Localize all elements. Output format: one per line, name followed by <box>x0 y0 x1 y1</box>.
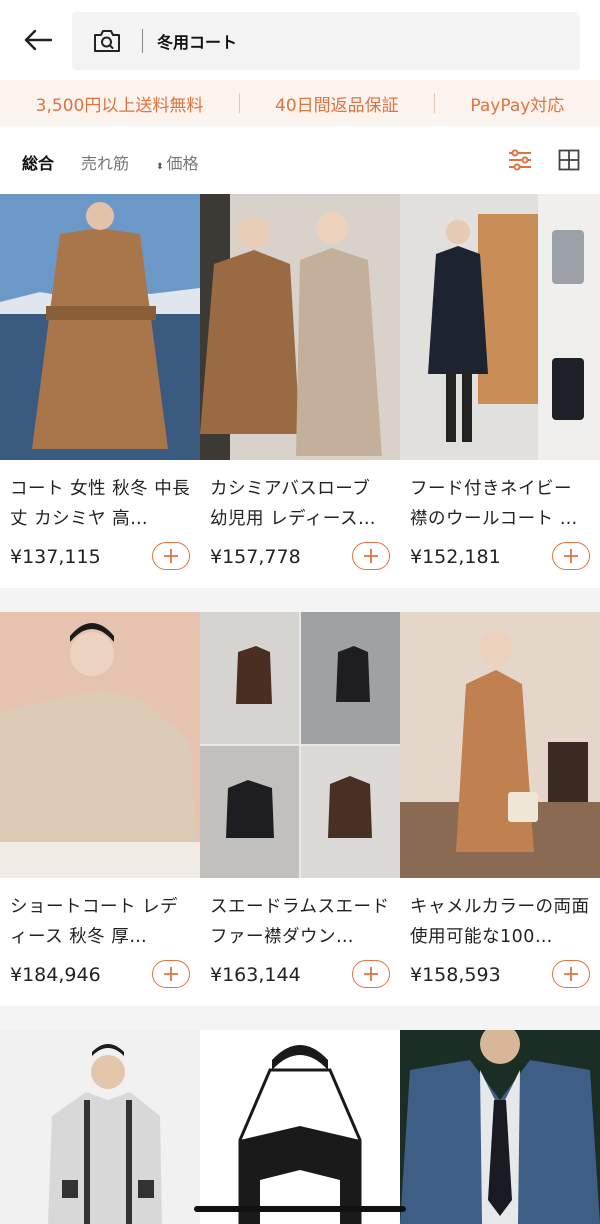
sort-arrows-icon: ⬍ <box>156 162 164 172</box>
plus-icon <box>164 967 178 981</box>
sort-price[interactable]: ⬍ 価格 <box>156 150 199 174</box>
product-title: キャメルカラーの両面使用可能な100… <box>410 897 590 947</box>
product-card[interactable]: キャメルカラーの両面使用可能な100… ¥158,593 <box>400 612 600 1006</box>
product-card[interactable]: フード付きネイビー 襟のウールコート … ¥152,181 <box>400 194 600 588</box>
plus-icon <box>364 549 378 563</box>
product-image <box>400 612 600 878</box>
search-bar[interactable]: 冬用コート <box>72 12 580 70</box>
benefit-divider <box>238 93 240 113</box>
row-divider <box>0 588 600 612</box>
grid-view-icon[interactable] <box>555 146 583 174</box>
benefit-free-shipping: 3,500円以上送料無料 <box>35 95 204 116</box>
product-card[interactable]: コート 女性 秋冬 中長丈 カシミヤ 高… ¥137,115 <box>0 194 200 588</box>
product-image <box>200 194 400 460</box>
product-card[interactable] <box>0 1030 200 1224</box>
add-to-cart-button[interactable] <box>552 542 590 570</box>
product-image <box>200 1030 400 1224</box>
product-image <box>0 1030 200 1224</box>
product-price: ¥184,946 <box>10 964 101 986</box>
product-card[interactable]: カシミアバスローブ 幼児用 レディース… ¥157,778 <box>200 194 400 588</box>
plus-icon <box>564 549 578 563</box>
home-indicator <box>194 1206 406 1212</box>
product-image <box>400 1030 600 1224</box>
product-price: ¥157,778 <box>210 546 301 568</box>
add-to-cart-button[interactable] <box>352 542 390 570</box>
product-image <box>200 612 400 878</box>
header: 冬用コート <box>0 0 600 80</box>
product-card[interactable]: スエードラムスエードファー襟ダウン… ¥163,144 <box>200 612 400 1006</box>
plus-icon <box>364 967 378 981</box>
sort-bar: 総合 売れ筋 ⬍ 価格 <box>0 126 600 194</box>
benefit-paypay: PayPay対応 <box>470 95 565 116</box>
product-price: ¥163,144 <box>210 964 301 986</box>
sort-default[interactable]: 総合 <box>22 150 54 174</box>
sort-price-label: 価格 <box>166 154 199 173</box>
product-price: ¥137,115 <box>10 546 101 568</box>
product-image <box>0 194 200 460</box>
benefit-divider <box>434 93 436 113</box>
add-to-cart-button[interactable] <box>152 960 190 988</box>
product-title: スエードラムスエードファー襟ダウン… <box>210 897 390 947</box>
product-card[interactable] <box>400 1030 600 1224</box>
row-divider <box>0 1006 600 1030</box>
add-to-cart-button[interactable] <box>552 960 590 988</box>
sort-best-selling[interactable]: 売れ筋 <box>81 150 129 174</box>
add-to-cart-button[interactable] <box>152 542 190 570</box>
benefits-bar: 3,500円以上送料無料 40日間返品保証 PayPay対応 <box>0 80 600 126</box>
camera-search-icon[interactable] <box>72 12 142 70</box>
benefit-returns: 40日間返品保証 <box>275 95 399 116</box>
product-price: ¥158,593 <box>410 964 501 986</box>
plus-icon <box>564 967 578 981</box>
plus-icon <box>164 549 178 563</box>
product-card[interactable] <box>200 1030 400 1224</box>
product-price: ¥152,181 <box>410 546 501 568</box>
product-image <box>0 612 200 878</box>
product-title: フード付きネイビー 襟のウールコート … <box>410 479 578 529</box>
search-divider <box>142 29 143 53</box>
product-card[interactable]: ショートコート レディース 秋冬 厚… ¥184,946 <box>0 612 200 1006</box>
filter-icon[interactable] <box>506 146 534 174</box>
product-title: カシミアバスローブ 幼児用 レディース… <box>210 479 376 529</box>
add-to-cart-button[interactable] <box>352 960 390 988</box>
product-image <box>400 194 600 460</box>
search-input[interactable]: 冬用コート <box>157 29 237 53</box>
product-title: コート 女性 秋冬 中長丈 カシミヤ 高… <box>10 479 191 529</box>
back-arrow-icon[interactable] <box>18 22 58 58</box>
product-title: ショートコート レディース 秋冬 厚… <box>10 897 179 947</box>
